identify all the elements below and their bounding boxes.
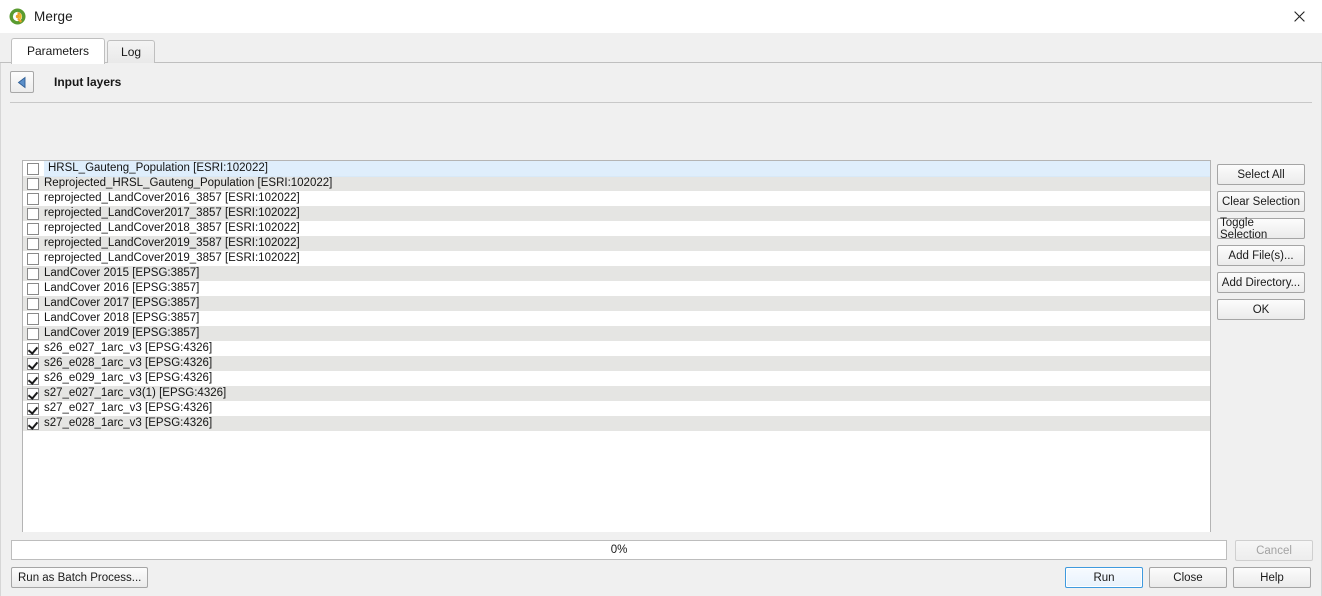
layer-list-item[interactable]: LandCover 2016 [EPSG:3857]: [23, 281, 1210, 296]
layer-checkbox[interactable]: [27, 297, 39, 310]
help-button[interactable]: Help: [1233, 567, 1311, 588]
layer-label: s27_e028_1arc_v3 [EPSG:4326]: [44, 417, 213, 429]
layer-list-item[interactable]: s26_e029_1arc_v3 [EPSG:4326]: [23, 371, 1210, 386]
layer-label: LandCover 2015 [EPSG:3857]: [44, 267, 200, 279]
layer-checkbox[interactable]: [27, 327, 39, 340]
layer-list-item[interactable]: reprojected_LandCover2019_3857 [ESRI:102…: [23, 251, 1210, 266]
layer-label: s26_e027_1arc_v3 [EPSG:4326]: [44, 342, 213, 354]
layer-list-item[interactable]: LandCover 2015 [EPSG:3857]: [23, 266, 1210, 281]
back-arrow-icon[interactable]: [10, 71, 34, 93]
layer-list-item[interactable]: s27_e028_1arc_v3 [EPSG:4326]: [23, 416, 1210, 431]
layer-label: reprojected_LandCover2016_3857 [ESRI:102…: [44, 192, 300, 204]
layer-checkbox[interactable]: [27, 237, 39, 250]
layer-checkbox[interactable]: [27, 222, 39, 235]
layer-list-item[interactable]: reprojected_LandCover2019_3587 [ESRI:102…: [23, 236, 1210, 251]
progress-row: 0%: [11, 540, 1227, 560]
layer-checkbox[interactable]: [27, 387, 39, 400]
title-bar: Merge: [0, 0, 1322, 33]
clear-selection-button[interactable]: Clear Selection: [1217, 191, 1305, 212]
progress-bar: 0%: [11, 540, 1227, 560]
layer-checkbox[interactable]: [27, 177, 39, 190]
layer-list-item[interactable]: reprojected_LandCover2016_3857 [ESRI:102…: [23, 191, 1210, 206]
parameters-panel: Input layers HRSL_Gauteng_Population [ES…: [0, 63, 1322, 596]
layer-checkbox[interactable]: [27, 402, 39, 415]
toggle-selection-button[interactable]: Toggle Selection: [1217, 217, 1305, 241]
layer-list-item[interactable]: reprojected_LandCover2018_3857 [ESRI:102…: [23, 221, 1210, 236]
layer-list-item[interactable]: Reprojected_HRSL_Gauteng_Population [ESR…: [23, 176, 1210, 191]
layer-list-item[interactable]: LandCover 2017 [EPSG:3857]: [23, 296, 1210, 311]
layer-checkbox[interactable]: [27, 252, 39, 265]
layer-label: LandCover 2016 [EPSG:3857]: [44, 282, 200, 294]
layer-checkbox[interactable]: [27, 207, 39, 220]
layer-list-item[interactable]: s26_e027_1arc_v3 [EPSG:4326]: [23, 341, 1210, 356]
section-label: Input layers: [54, 75, 122, 89]
run-as-batch-button[interactable]: Run as Batch Process...: [11, 567, 149, 588]
layer-label: s26_e029_1arc_v3 [EPSG:4326]: [44, 372, 213, 384]
close-button[interactable]: Close: [1149, 567, 1227, 588]
layer-label: LandCover 2017 [EPSG:3857]: [44, 297, 200, 309]
progress-label: 0%: [610, 544, 628, 556]
layer-checkbox[interactable]: [27, 357, 39, 370]
layer-label: s26_e028_1arc_v3 [EPSG:4326]: [44, 357, 213, 369]
layer-list-item[interactable]: s27_e027_1arc_v3 [EPSG:4326]: [23, 401, 1210, 416]
input-layers-header: Input layers: [1, 63, 1321, 93]
list-action-buttons: Select All Clear Selection Toggle Selectio…: [1217, 164, 1305, 320]
tab-log[interactable]: Log: [107, 40, 156, 63]
layer-checkbox[interactable]: [27, 192, 39, 205]
layer-list-item[interactable]: s27_e027_1arc_v3(1) [EPSG:4326]: [23, 386, 1210, 401]
run-button[interactable]: Run: [1065, 567, 1143, 588]
layer-checkbox[interactable]: [27, 267, 39, 280]
layer-label: reprojected_LandCover2019_3587 [ESRI:102…: [44, 237, 300, 249]
layer-label: LandCover 2019 [EPSG:3857]: [44, 327, 200, 339]
action-buttons: Run Close Help: [1065, 567, 1311, 588]
header-divider: [10, 102, 1312, 103]
layer-checkbox[interactable]: [27, 417, 39, 430]
tab-bar: Parameters Log: [0, 33, 1322, 64]
window-title: Merge: [34, 9, 73, 24]
layer-rows-container: HRSL_Gauteng_Population [ESRI:102022] Rep…: [23, 161, 1210, 431]
layer-list-item[interactable]: LandCover 2018 [EPSG:3857]: [23, 311, 1210, 326]
cancel-button: Cancel: [1235, 540, 1313, 561]
layer-label: s27_e027_1arc_v3(1) [EPSG:4326]: [44, 387, 227, 399]
dialog-footer: 0% Cancel Run as Batch Process... Run Cl…: [1, 532, 1321, 596]
layer-checkbox[interactable]: [27, 312, 39, 325]
input-layers-list[interactable]: HRSL_Gauteng_Population [ESRI:102022] Rep…: [22, 160, 1211, 564]
layer-checkbox[interactable]: [27, 342, 39, 355]
layer-list-item[interactable]: s26_e028_1arc_v3 [EPSG:4326]: [23, 356, 1210, 371]
layer-label: HRSL_Gauteng_Population [ESRI:102022]: [44, 161, 1210, 177]
add-directory-button[interactable]: Add Directory...: [1217, 272, 1305, 293]
layer-label: s27_e027_1arc_v3 [EPSG:4326]: [44, 402, 213, 414]
ok-button[interactable]: OK: [1217, 299, 1305, 320]
merge-dialog: Merge Parameters Log Input layers HRSL_G…: [0, 0, 1322, 596]
layer-list-item[interactable]: LandCover 2019 [EPSG:3857]: [23, 326, 1210, 341]
add-files-button[interactable]: Add File(s)...: [1217, 245, 1305, 266]
tab-parameters[interactable]: Parameters: [11, 38, 106, 64]
layer-list-item[interactable]: HRSL_Gauteng_Population [ESRI:102022]: [23, 161, 1210, 177]
qgis-logo-icon: [9, 8, 26, 25]
layer-label: reprojected_LandCover2017_3857 [ESRI:102…: [44, 207, 300, 219]
layer-checkbox[interactable]: [27, 282, 39, 295]
layer-label: Reprojected_HRSL_Gauteng_Population [ESR…: [44, 177, 333, 189]
layer-checkbox[interactable]: [27, 162, 39, 175]
close-icon[interactable]: [1276, 0, 1322, 33]
layer-label: reprojected_LandCover2018_3857 [ESRI:102…: [44, 222, 300, 234]
layer-checkbox[interactable]: [27, 372, 39, 385]
select-all-button[interactable]: Select All: [1217, 164, 1305, 185]
layer-list-item[interactable]: reprojected_LandCover2017_3857 [ESRI:102…: [23, 206, 1210, 221]
layer-label: reprojected_LandCover2019_3857 [ESRI:102…: [44, 252, 300, 264]
layer-label: LandCover 2018 [EPSG:3857]: [44, 312, 200, 324]
